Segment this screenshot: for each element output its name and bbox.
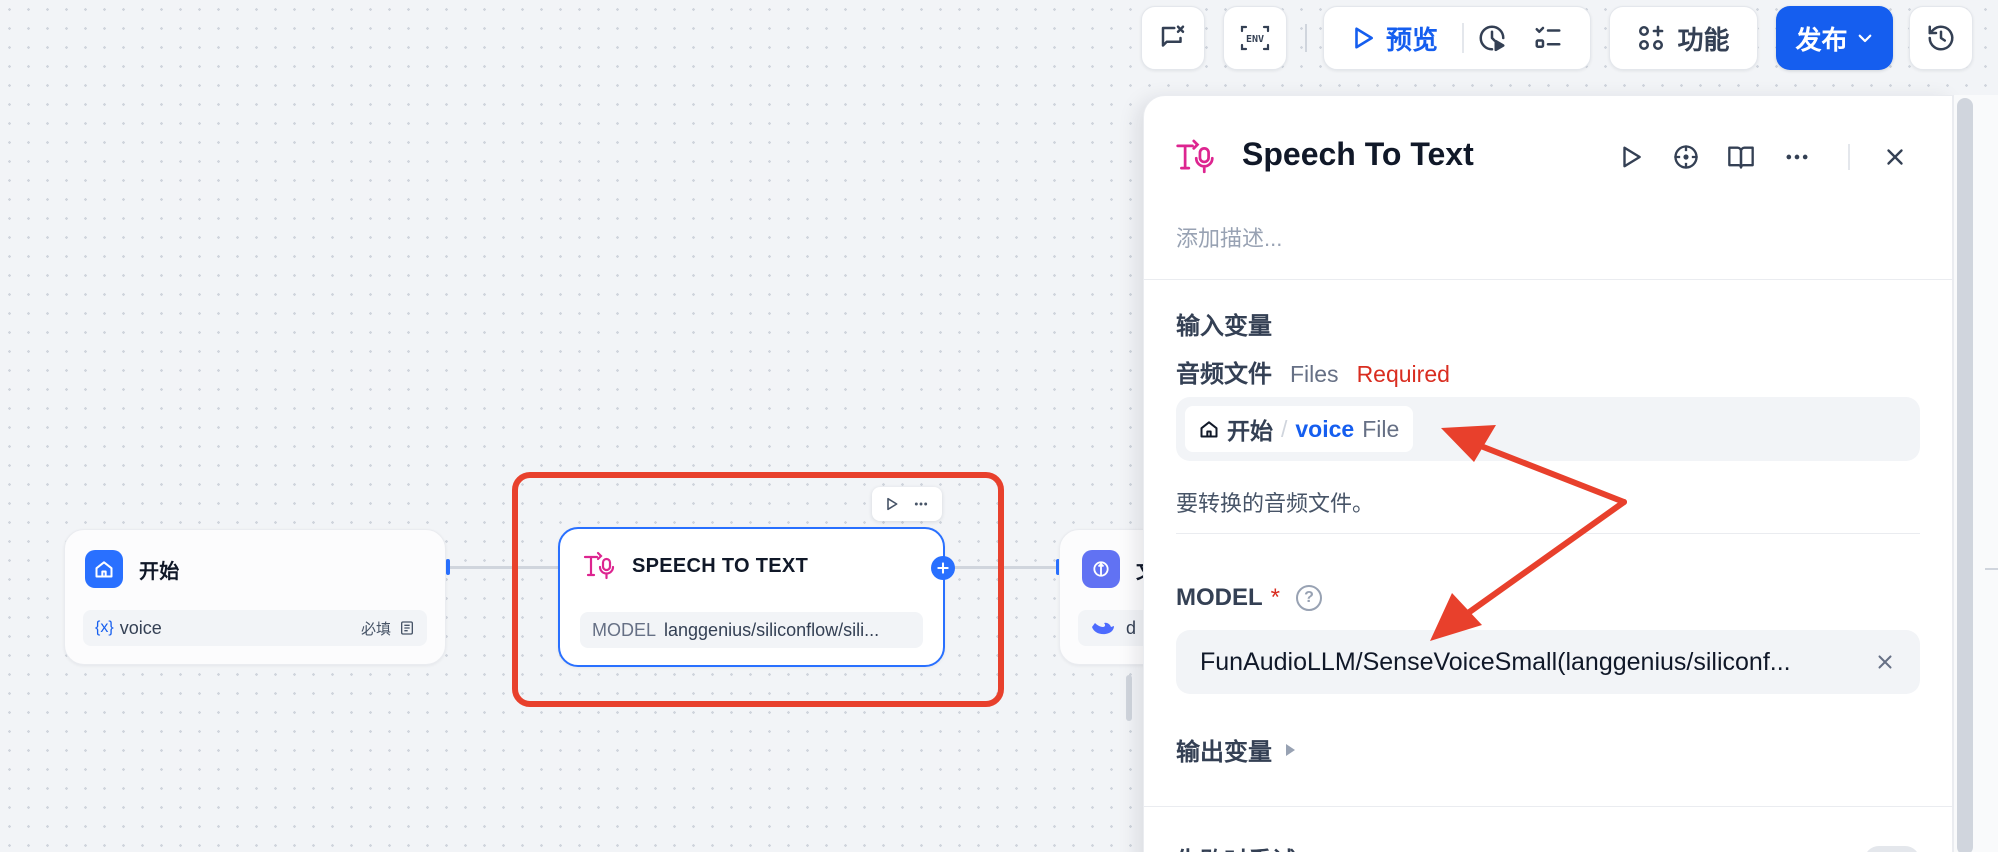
- annotation-arrows: [1430, 425, 1627, 641]
